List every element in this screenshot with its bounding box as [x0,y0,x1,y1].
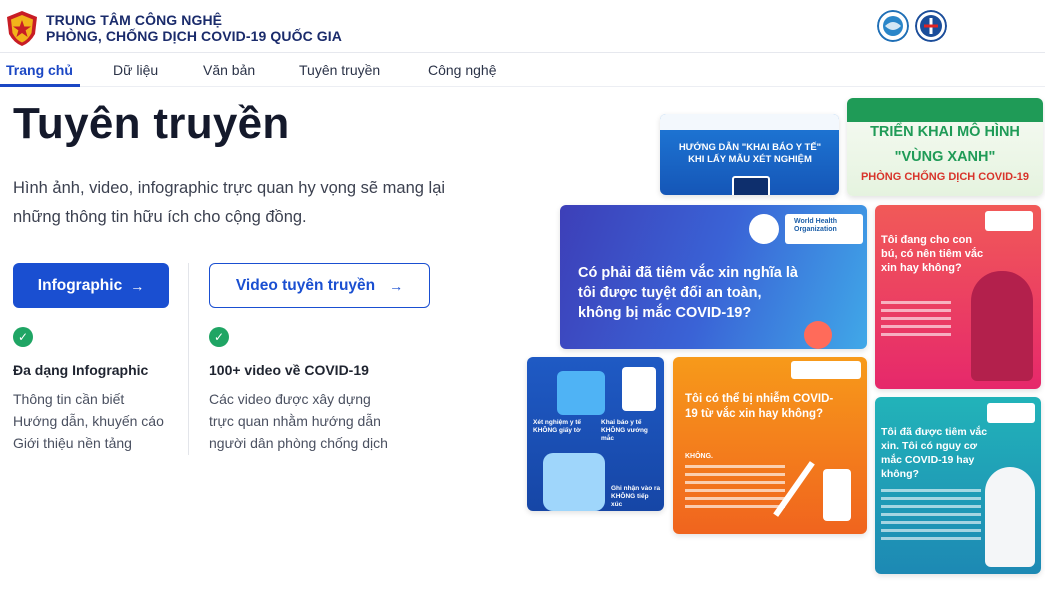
feature-item: Giới thiệu nền tảng [13,435,132,451]
feature-item: trực quan nhằm hướng dẫn [209,413,381,429]
card-label-test: Xét nghiệm y tế KHÔNG giấy tờ [533,419,582,434]
feature-list-video: Các video được xây dựng trực quan nhằm h… [209,388,388,454]
nav-item-technology[interactable]: Công nghệ [428,62,497,78]
infographic-card-vaccinated-risk[interactable]: Tôi đã được tiêm vắc xin. Tôi có nguy cơ… [875,397,1041,574]
card-title: Tôi có thể bị nhiễm COVID-19 từ vắc xin … [685,393,834,420]
card-logos [985,211,1033,231]
ministry-health-emblem-icon [915,10,947,42]
card-body-text-block [685,465,785,525]
card-title: Có phải đã tiêm vắc xin nghĩa là tôi đượ… [578,265,798,321]
infographic-card-vaccine-safety[interactable]: World Health Organization Có phải đã tiê… [560,205,867,349]
nav-item-propaganda[interactable]: Tuyên truyền [299,62,380,78]
check-circle-icon: ✓ [209,327,229,347]
card-top-bar [660,114,839,130]
card-answer: KHÔNG. [685,453,713,460]
card-label-declare: Khai báo y tế KHÔNG vướng mắc [601,419,648,442]
feature-title-video: 100+ video về COVID-19 [209,362,369,378]
map-phone-icon [622,367,656,411]
feature-item: Thông tin cần biết [13,391,125,407]
site-header: TRUNG TÂM CÔNG NGHỆ PHÒNG, CHỐNG DỊCH CO… [0,0,1045,53]
nav-item-data[interactable]: Dữ liệu [113,62,158,78]
card-logos [791,361,861,379]
doctor-illustration [557,371,605,415]
feature-title-infographic: Đa dạng Infographic [13,362,149,378]
infographic-button[interactable]: Infographic → [13,263,169,308]
card-body-text-block [881,301,951,371]
nav-item-documents[interactable]: Văn bản [203,62,255,78]
feature-list-infographic: Thông tin cần biết Hướng dẫn, khuyến cáo… [13,388,164,454]
infographic-button-label: Infographic [37,276,123,294]
main-nav: Trang chủ Dữ liệu Văn bản Tuyên truyền C… [0,53,1045,87]
video-button[interactable]: Video tuyên truyền → [209,263,430,308]
page-title: Tuyên truyền [13,99,290,148]
who-label: World Health Organization [794,218,838,233]
nav-active-indicator [0,84,80,87]
check-circle-icon: ✓ [13,327,33,347]
column-divider [188,263,189,455]
arrow-right-icon: → [130,277,145,294]
infographic-card-apps[interactable]: Xét nghiệm y tế KHÔNG giấy tờ Khai báo y… [527,357,664,511]
mother-illustration [971,271,1033,381]
infographic-card-vaccine-infection[interactable]: Tôi có thể bị nhiễm COVID-19 từ vắc xin … [673,357,867,534]
org-name-line1: TRUNG TÂM CÔNG NGHỆ [46,12,223,28]
card-title: Tôi đã được tiêm vắc xin. Tôi có nguy cơ… [881,426,988,480]
feature-item: người dân phòng chống dịch [209,435,388,451]
card-body-text-block [881,489,981,559]
hand-phone-illustration [543,453,605,511]
org-name-line2: PHÒNG, CHỐNG DỊCH COVID-19 QUỐC GIA [46,28,342,44]
infographic-card-green-zone[interactable]: TRIỂN KHAI MÔ HÌNH "VÙNG XANH" PHÒNG CHỐ… [847,98,1043,196]
feature-item: Hướng dẫn, khuyến cáo [13,413,164,429]
woman-mask-illustration [985,467,1035,567]
card-title-line1: TRIỂN KHAI MÔ HÌNH [870,124,1020,140]
card-title: HƯỚNG DẪN "KHAI BÁO Y TẾ" KHI LẤY MẪU XÉ… [678,142,822,165]
card-top-bar [847,98,1043,122]
nav-item-home[interactable]: Trang chủ [6,62,73,78]
ministry-ict-emblem-icon [877,10,909,42]
infographic-card-breastfeeding[interactable]: Tôi đang cho con bú, có nên tiêm vắc xin… [875,205,1041,389]
site-logo-icon[interactable] [2,8,42,48]
vaccine-vial-icon [823,469,851,521]
phone-icon [732,176,770,195]
infographic-card-health-declaration[interactable]: HƯỚNG DẪN "KHAI BÁO Y TẾ" KHI LẤY MẪU XÉ… [660,114,839,195]
feature-item: Các video được xây dựng [209,391,371,407]
arrow-right-icon: → [389,277,404,294]
card-logos [987,403,1035,423]
health-ministry-icon [749,214,779,244]
card-title: Tôi đang cho con bú, có nên tiêm vắc xin… [881,234,984,274]
virus-icon [804,321,832,349]
org-name: TRUNG TÂM CÔNG NGHỆ PHÒNG, CHỐNG DỊCH CO… [46,12,342,44]
card-title-line2: "VÙNG XANH" [894,149,996,165]
video-button-label: Video tuyên truyền [235,276,376,294]
card-title-line3: PHÒNG CHỐNG DỊCH COVID-19 [860,171,1030,183]
page-description: Hình ảnh, video, infographic trực quan h… [13,179,446,226]
card-label-checkin: Ghi nhận vào ra KHÔNG tiếp xúc [611,485,661,508]
